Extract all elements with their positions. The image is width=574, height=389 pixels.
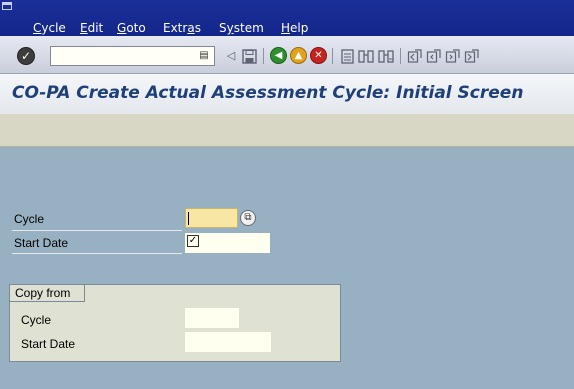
cancel-icon[interactable]: ✕ <box>310 47 327 64</box>
find-icon[interactable] <box>357 47 375 65</box>
print-icon[interactable] <box>338 47 356 65</box>
menu-help[interactable]: Help <box>281 22 308 35</box>
possible-entry-icon: ✓ <box>187 235 199 247</box>
page-title: CO-PA Create Actual Assessment Cycle: In… <box>12 83 524 103</box>
title-bar: CO-PA Create Actual Assessment Cycle: In… <box>0 74 574 114</box>
back-triangle-icon[interactable]: ◁ <box>222 47 240 65</box>
find-next-icon[interactable] <box>377 47 395 65</box>
search-help-icon[interactable]: ⧉ <box>240 210 256 226</box>
last-page-icon[interactable] <box>463 47 481 65</box>
back-icon[interactable]: ◀ <box>270 47 287 64</box>
cycle-label-underline <box>12 230 182 231</box>
copy-start-date-label: Start Date <box>21 337 76 351</box>
text-cursor <box>188 212 189 225</box>
start-date-label: Start Date <box>14 236 69 250</box>
menu-edit[interactable]: Edit <box>80 22 103 35</box>
menu-goto[interactable]: Goto <box>117 22 146 35</box>
command-dropdown-icon[interactable]: ▤ <box>197 48 211 64</box>
enter-icon[interactable]: ✓ <box>17 47 35 65</box>
copy-cycle-input[interactable] <box>185 308 239 328</box>
copy-from-body: Cycle Start Date <box>10 302 340 361</box>
copy-from-group: Cycle Start Date Copy from <box>9 284 341 362</box>
menu-system[interactable]: System <box>219 22 264 35</box>
start-date-label-underline <box>12 253 182 254</box>
application-toolbar <box>0 114 574 147</box>
exit-icon[interactable]: ▲ <box>290 47 307 64</box>
window-menu-icon[interactable] <box>2 2 12 10</box>
next-page-icon[interactable] <box>444 47 462 65</box>
start-date-input[interactable]: ✓ <box>185 233 270 253</box>
first-page-icon[interactable] <box>406 47 424 65</box>
cycle-input[interactable] <box>185 208 238 228</box>
menu-extras[interactable]: Extras <box>163 22 201 35</box>
copy-start-date-input[interactable] <box>185 332 271 352</box>
menu-bar: Cycle Edit Goto Extras System Help <box>0 0 574 36</box>
save-icon[interactable] <box>240 47 258 65</box>
menu-cycle[interactable]: Cycle <box>33 22 66 35</box>
previous-page-icon[interactable] <box>425 47 443 65</box>
cycle-label: Cycle <box>14 212 45 226</box>
copy-from-title: Copy from <box>10 285 86 302</box>
command-field[interactable] <box>50 46 215 66</box>
copy-cycle-label: Cycle <box>21 313 52 327</box>
standard-toolbar: ✓ ▤ ◁ ◀ ▲ ✕ <box>0 36 574 74</box>
